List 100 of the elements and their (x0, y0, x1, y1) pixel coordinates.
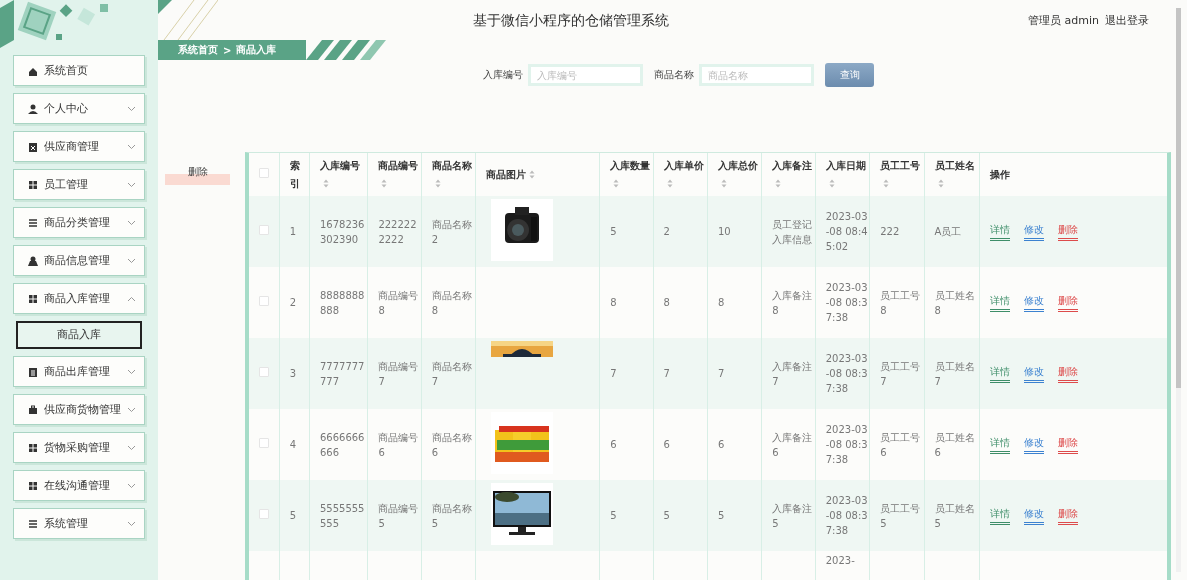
table-cell: 商品名称8 (431, 289, 472, 316)
field-label: 商品名称 (654, 68, 694, 82)
delete-link[interactable]: 删除 (1058, 293, 1078, 312)
column-header[interactable]: 商品名称 (431, 156, 476, 193)
table-cell: 7 (717, 368, 725, 379)
delete-link[interactable]: 删除 (1058, 222, 1078, 241)
table-cell: 7 (610, 368, 617, 379)
scrollbar[interactable] (1176, 8, 1181, 572)
edit-link[interactable]: 修改 (1024, 364, 1044, 383)
checkbox[interactable] (259, 438, 269, 448)
field-label: 入库编号 (483, 68, 523, 82)
menu-item[interactable]: 在线沟通管理 (13, 470, 145, 501)
table-cell: 5 (663, 510, 670, 521)
menu-item[interactable]: 供应商管理 (13, 131, 145, 162)
table-cell: 入库备注6 (772, 431, 813, 458)
list-icon (28, 217, 38, 228)
checkbox[interactable] (259, 509, 269, 519)
table-cell: 1678236302390 (319, 218, 365, 245)
table-cell: 3 (289, 368, 297, 379)
menu-item[interactable]: 商品分类管理 (13, 207, 145, 238)
table-cell: 入库备注8 (772, 289, 813, 316)
page-title: 基于微信小程序的仓储管理系统 (473, 12, 669, 30)
column-header[interactable]: 入库日期 (825, 156, 870, 193)
column-header[interactable]: 商品编号 (378, 156, 421, 193)
checkbox[interactable] (259, 367, 269, 377)
details-link[interactable]: 详情 (990, 222, 1010, 241)
checkbox[interactable] (259, 168, 269, 178)
table-cell: 商品名称2 (431, 218, 472, 245)
table-cell: 员工工号6 (880, 431, 921, 458)
menu-item[interactable]: 货物采购管理 (13, 432, 145, 463)
edit-link[interactable]: 修改 (1024, 222, 1044, 241)
table-cell: 2023-03-08 08:37:38 (825, 353, 868, 394)
details-link[interactable]: 详情 (990, 293, 1010, 312)
table-cell: 5555555555 (319, 502, 365, 529)
column-header[interactable]: 入库备注 (772, 156, 815, 193)
table-cell: 8 (610, 297, 617, 308)
checkbox[interactable] (259, 296, 269, 306)
delete-link[interactable]: 删除 (1058, 435, 1078, 454)
menu-item[interactable]: 商品入库管理 (13, 283, 145, 314)
table-cell: 员工姓名7 (934, 360, 975, 387)
column-header[interactable]: 入库数量 (610, 156, 653, 193)
table-cell: 商品名称6 (431, 431, 472, 458)
table-cell: 商品编号5 (378, 502, 419, 529)
sort-icon (666, 179, 673, 188)
logout-link[interactable]: 退出登录 (1105, 13, 1149, 28)
column-header[interactable]: 入库单价 (663, 156, 707, 193)
user-name: 管理员 admin (1028, 13, 1099, 28)
details-link[interactable]: 详情 (990, 506, 1010, 525)
table-cell: 商品编号6 (378, 431, 419, 458)
table-cell: 2023-03-08 08:37:38 (825, 495, 868, 536)
table-cell: 2 (663, 226, 670, 237)
table-cell: 入库备注5 (772, 502, 813, 529)
table-cell: 6 (717, 439, 725, 450)
table-cell: 1 (289, 226, 297, 237)
menu-item[interactable]: 系统管理 (13, 508, 145, 539)
table-cell: 7 (663, 368, 670, 379)
delete-link[interactable]: 删除 (1058, 506, 1078, 525)
menu-item[interactable]: 商品信息管理 (13, 245, 145, 276)
sort-icon (775, 179, 782, 188)
sort-icon (937, 179, 944, 188)
edit-link[interactable]: 修改 (1024, 435, 1044, 454)
table-cell: 5 (289, 510, 297, 521)
column-header[interactable]: 索引 (289, 156, 309, 193)
delete-link[interactable]: 删除 (1058, 364, 1078, 383)
table-cell: 员工姓名8 (934, 289, 975, 316)
table-cell: 4 (289, 439, 297, 450)
column-header[interactable]: 商品图片 (486, 165, 536, 184)
menu-item[interactable]: 系统首页 (13, 55, 145, 86)
column-header[interactable]: 操作 (990, 165, 1010, 184)
table-cell: 8888888888 (319, 289, 365, 316)
table-cell: 6666666666 (319, 431, 365, 458)
menu-item[interactable]: 供应商货物管理 (13, 394, 145, 425)
table-cell: A员工 (934, 226, 962, 237)
edit-link[interactable]: 修改 (1024, 293, 1044, 312)
sort-icon (613, 179, 620, 188)
column-header[interactable]: 员工姓名 (934, 156, 979, 193)
table-cell: 6 (610, 439, 617, 450)
sort-icon (529, 170, 536, 179)
table-cell: 员工登记入库信息 (772, 218, 813, 245)
table-cell: 222 (880, 226, 900, 237)
details-link[interactable]: 详情 (990, 364, 1010, 383)
column-header[interactable]: 员工工号 (880, 156, 924, 193)
table-cell: 员工工号7 (880, 360, 921, 387)
column-header[interactable]: 入库编号 (319, 156, 368, 193)
details-link[interactable]: 详情 (990, 435, 1010, 454)
table-cell: 商品名称7 (431, 360, 472, 387)
menu-item[interactable]: 个人中心 (13, 93, 145, 124)
sort-icon (381, 179, 388, 188)
edit-link[interactable]: 修改 (1024, 506, 1044, 525)
column-header[interactable]: 入库总价 (717, 156, 762, 193)
checkbox[interactable] (259, 225, 269, 235)
table-cell: 商品名称5 (431, 502, 472, 529)
sort-icon (720, 179, 727, 188)
menu-item[interactable]: 员工管理 (13, 169, 145, 200)
table-cell: 5 (610, 226, 617, 237)
delete-button[interactable]: 删除 (165, 165, 230, 185)
submenu-item[interactable]: 商品入库 (16, 321, 142, 349)
menu-item[interactable]: 商品出库管理 (13, 356, 145, 387)
table-cell: 2023-03-08 08:37:38 (825, 282, 868, 323)
grid-icon (28, 442, 38, 453)
